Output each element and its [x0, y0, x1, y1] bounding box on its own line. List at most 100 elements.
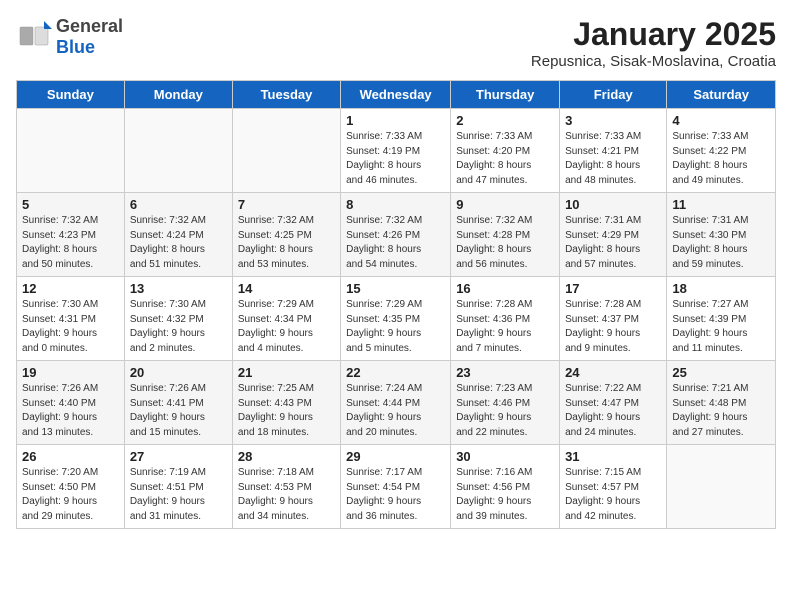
page-header: General Blue January 2025 Repusnica, Sis… [16, 16, 776, 70]
day-number: 9 [456, 197, 554, 212]
day-number: 30 [456, 449, 554, 464]
day-info: Sunrise: 7:26 AM Sunset: 4:41 PM Dayligh… [130, 382, 227, 440]
calendar-cell: 4 Sunrise: 7:33 AM Sunset: 4:22 PM Daylig… [667, 109, 776, 193]
logo-icon [16, 19, 52, 55]
calendar-cell: 28 Sunrise: 7:18 AM Sunset: 4:53 PM Dayli… [232, 445, 340, 529]
day-info: Sunrise: 7:24 AM Sunset: 4:44 PM Dayligh… [346, 382, 445, 440]
calendar-table: SundayMondayTuesdayWednesdayThursdayFrid… [16, 80, 776, 529]
day-info: Sunrise: 7:25 AM Sunset: 4:43 PM Dayligh… [238, 382, 335, 440]
day-info: Sunrise: 7:18 AM Sunset: 4:53 PM Dayligh… [238, 466, 335, 524]
day-number: 7 [238, 197, 335, 212]
day-number: 3 [565, 113, 661, 128]
day-info: Sunrise: 7:19 AM Sunset: 4:51 PM Dayligh… [130, 466, 227, 524]
calendar-cell: 25Sunrise: 7:21 AM Sunset: 4:48 PM Dayli… [667, 361, 776, 445]
title-block: January 2025 Repusnica, Sisak-Moslavina,… [531, 16, 776, 70]
day-info: Sunrise: 7:20 AM Sunset: 4:50 PM Dayligh… [22, 466, 119, 524]
calendar-cell [232, 109, 340, 193]
weekday-header-tuesday: Tuesday [232, 81, 340, 109]
day-number: 1 [346, 113, 445, 128]
day-number: 20 [130, 365, 227, 380]
weekday-header-saturday: Saturday [667, 81, 776, 109]
calendar-cell: 15 Sunrise: 7:29 AM Sunset: 4:35 PM Dayli… [341, 277, 451, 361]
day-number: 13 [130, 281, 227, 296]
day-info: Sunrise: 7:26 AM Sunset: 4:40 PM Dayligh… [22, 382, 119, 440]
day-number: 8 [346, 197, 445, 212]
calendar-cell [667, 445, 776, 529]
calendar-week-row: 12Sunrise: 7:30 AM Sunset: 4:31 PM Dayli… [17, 277, 776, 361]
weekday-header-monday: Monday [124, 81, 232, 109]
calendar-cell: 23Sunrise: 7:23 AM Sunset: 4:46 PM Dayli… [451, 361, 560, 445]
day-info: Sunrise: 7:33 AM Sunset: 4:21 PM Dayligh… [565, 130, 661, 188]
calendar-cell: 24 Sunrise: 7:22 AM Sunset: 4:47 PM Dayli… [560, 361, 667, 445]
calendar-week-row: 5 Sunrise: 7:32 AM Sunset: 4:23 PM Daylig… [17, 193, 776, 277]
day-number: 6 [130, 197, 227, 212]
calendar-cell: 12Sunrise: 7:30 AM Sunset: 4:31 PM Dayli… [17, 277, 125, 361]
day-number: 29 [346, 449, 445, 464]
day-number: 28 [238, 449, 335, 464]
day-number: 2 [456, 113, 554, 128]
weekday-header-row: SundayMondayTuesdayWednesdayThursdayFrid… [17, 81, 776, 109]
day-info: Sunrise: 7:28 AM Sunset: 4:37 PM Dayligh… [565, 298, 661, 356]
calendar-cell [124, 109, 232, 193]
day-info: Sunrise: 7:22 AM Sunset: 4:47 PM Dayligh… [565, 382, 661, 440]
calendar-week-row: 26 Sunrise: 7:20 AM Sunset: 4:50 PM Dayli… [17, 445, 776, 529]
day-number: 4 [672, 113, 770, 128]
day-info: Sunrise: 7:27 AM Sunset: 4:39 PM Dayligh… [672, 298, 770, 356]
day-info: Sunrise: 7:15 AM Sunset: 4:57 PM Dayligh… [565, 466, 661, 524]
calendar-cell: 30 Sunrise: 7:16 AM Sunset: 4:56 PM Dayli… [451, 445, 560, 529]
day-info: Sunrise: 7:32 AM Sunset: 4:23 PM Dayligh… [22, 214, 119, 272]
day-info: Sunrise: 7:32 AM Sunset: 4:26 PM Dayligh… [346, 214, 445, 272]
weekday-header-sunday: Sunday [17, 81, 125, 109]
day-number: 21 [238, 365, 335, 380]
day-number: 5 [22, 197, 119, 212]
calendar-cell: 11Sunrise: 7:31 AM Sunset: 4:30 PM Dayli… [667, 193, 776, 277]
day-number: 24 [565, 365, 661, 380]
calendar-week-row: 19 Sunrise: 7:26 AM Sunset: 4:40 PM Dayli… [17, 361, 776, 445]
calendar-cell: 3 Sunrise: 7:33 AM Sunset: 4:21 PM Daylig… [560, 109, 667, 193]
calendar-cell: 31Sunrise: 7:15 AM Sunset: 4:57 PM Dayli… [560, 445, 667, 529]
calendar-cell: 18 Sunrise: 7:27 AM Sunset: 4:39 PM Dayli… [667, 277, 776, 361]
day-info: Sunrise: 7:33 AM Sunset: 4:20 PM Dayligh… [456, 130, 554, 188]
day-info: Sunrise: 7:33 AM Sunset: 4:22 PM Dayligh… [672, 130, 770, 188]
calendar-cell: 29 Sunrise: 7:17 AM Sunset: 4:54 PM Dayli… [341, 445, 451, 529]
calendar-cell: 10 Sunrise: 7:31 AM Sunset: 4:29 PM Dayli… [560, 193, 667, 277]
day-info: Sunrise: 7:28 AM Sunset: 4:36 PM Dayligh… [456, 298, 554, 356]
day-number: 17 [565, 281, 661, 296]
day-info: Sunrise: 7:23 AM Sunset: 4:46 PM Dayligh… [456, 382, 554, 440]
day-info: Sunrise: 7:30 AM Sunset: 4:32 PM Dayligh… [130, 298, 227, 356]
day-info: Sunrise: 7:29 AM Sunset: 4:34 PM Dayligh… [238, 298, 335, 356]
calendar-cell: 6Sunrise: 7:32 AM Sunset: 4:24 PM Daylig… [124, 193, 232, 277]
day-info: Sunrise: 7:33 AM Sunset: 4:19 PM Dayligh… [346, 130, 445, 188]
calendar-cell: 20 Sunrise: 7:26 AM Sunset: 4:41 PM Dayli… [124, 361, 232, 445]
calendar-cell: 21 Sunrise: 7:25 AM Sunset: 4:43 PM Dayli… [232, 361, 340, 445]
day-info: Sunrise: 7:17 AM Sunset: 4:54 PM Dayligh… [346, 466, 445, 524]
calendar-title: January 2025 [531, 16, 776, 53]
day-info: Sunrise: 7:16 AM Sunset: 4:56 PM Dayligh… [456, 466, 554, 524]
day-number: 12 [22, 281, 119, 296]
day-number: 19 [22, 365, 119, 380]
day-number: 18 [672, 281, 770, 296]
day-number: 15 [346, 281, 445, 296]
calendar-cell: 1 Sunrise: 7:33 AM Sunset: 4:19 PM Daylig… [341, 109, 451, 193]
calendar-cell: 7Sunrise: 7:32 AM Sunset: 4:25 PM Daylig… [232, 193, 340, 277]
calendar-cell: 19 Sunrise: 7:26 AM Sunset: 4:40 PM Dayli… [17, 361, 125, 445]
day-info: Sunrise: 7:31 AM Sunset: 4:29 PM Dayligh… [565, 214, 661, 272]
day-number: 26 [22, 449, 119, 464]
weekday-header-wednesday: Wednesday [341, 81, 451, 109]
calendar-cell: 14 Sunrise: 7:29 AM Sunset: 4:34 PM Dayli… [232, 277, 340, 361]
day-number: 27 [130, 449, 227, 464]
calendar-cell: 16 Sunrise: 7:28 AM Sunset: 4:36 PM Dayli… [451, 277, 560, 361]
calendar-subtitle: Repusnica, Sisak-Moslavina, Croatia [531, 53, 776, 70]
weekday-header-thursday: Thursday [451, 81, 560, 109]
logo-blue-text: Blue [56, 37, 95, 57]
calendar-week-row: 1 Sunrise: 7:33 AM Sunset: 4:19 PM Daylig… [17, 109, 776, 193]
calendar-cell: 22 Sunrise: 7:24 AM Sunset: 4:44 PM Dayli… [341, 361, 451, 445]
day-info: Sunrise: 7:29 AM Sunset: 4:35 PM Dayligh… [346, 298, 445, 356]
day-number: 11 [672, 197, 770, 212]
calendar-cell [17, 109, 125, 193]
day-number: 22 [346, 365, 445, 380]
day-number: 14 [238, 281, 335, 296]
day-number: 16 [456, 281, 554, 296]
logo: General Blue [16, 16, 123, 58]
day-number: 10 [565, 197, 661, 212]
